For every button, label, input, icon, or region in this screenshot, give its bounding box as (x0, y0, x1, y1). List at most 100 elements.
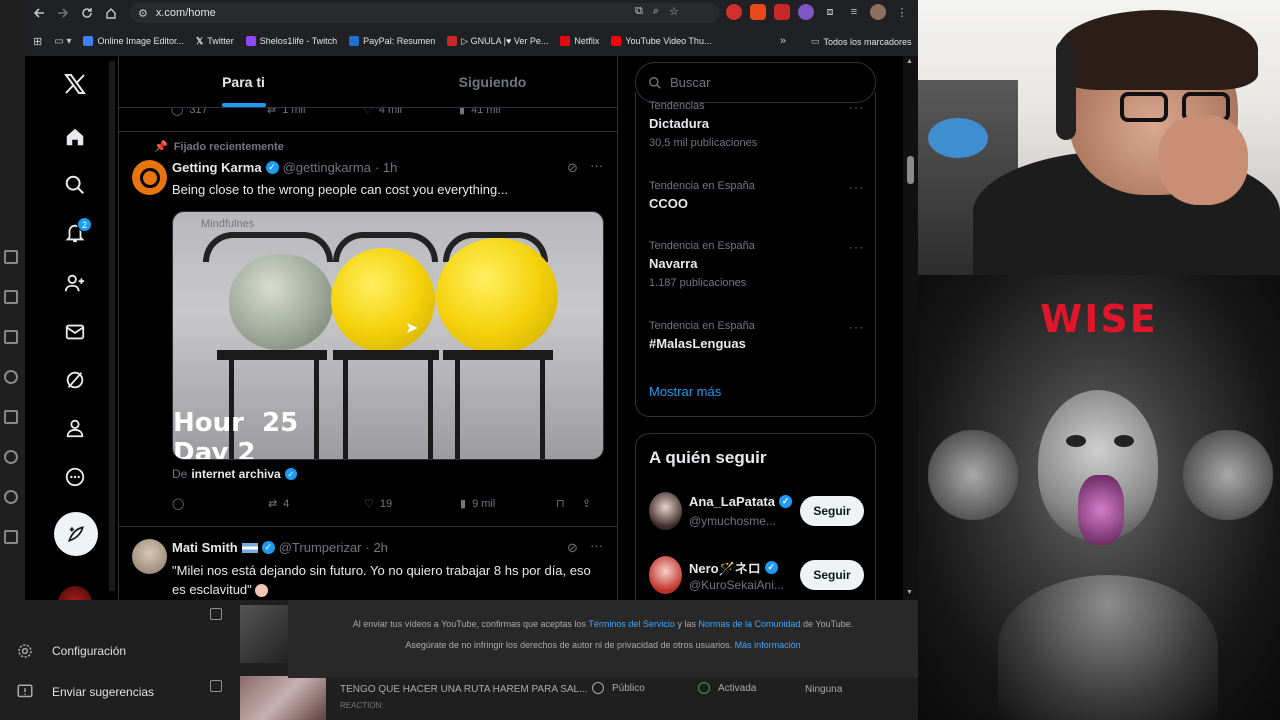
suggestion-name[interactable]: Nero🪄ネロ (689, 558, 761, 577)
video-thumbnail[interactable] (240, 605, 288, 663)
trend-item[interactable]: Tendencias Dictadura 30,5 mil publicacio… (649, 100, 864, 149)
more-options-icon[interactable]: ··· (849, 180, 864, 194)
sidebar-icon[interactable] (4, 250, 18, 264)
folder-icon[interactable]: ▭ ▾ (54, 36, 71, 47)
grok-icon[interactable] (61, 366, 89, 394)
more-options-icon[interactable]: ··· (849, 100, 864, 114)
follow-suggestion[interactable]: Nero🪄ネロ ✓ @KuroSekaiAni... Seguir (649, 554, 864, 598)
avatar[interactable] (132, 160, 167, 195)
more-options-icon[interactable]: ··· (590, 538, 603, 553)
page-scrollbar[interactable]: ▲ ▼ (903, 56, 918, 600)
profile-icon[interactable] (61, 414, 89, 442)
extension-icon[interactable] (798, 4, 814, 20)
forward-button[interactable] (51, 1, 75, 25)
monetization-cell[interactable]: Activada (698, 682, 756, 694)
avatar[interactable] (649, 556, 682, 594)
more-info-link[interactable]: Más información (735, 640, 801, 650)
author-name[interactable]: Getting Karma (172, 160, 262, 175)
tweet-time[interactable]: · 1h (375, 160, 397, 175)
like-button[interactable]: ♡ 19 (364, 497, 460, 511)
row-checkbox[interactable] (210, 608, 222, 620)
terms-of-service-link[interactable]: Términos del Servicio (588, 619, 675, 629)
community-guidelines-link[interactable]: Normas de la Comunidad (698, 619, 800, 629)
communities-icon[interactable] (61, 269, 89, 297)
sidebar-icon[interactable] (4, 530, 18, 544)
home-button[interactable] (99, 1, 123, 25)
media-icon[interactable]: ≡ (846, 4, 862, 20)
scroll-down-icon[interactable]: ▼ (906, 589, 913, 596)
sidebar-icon[interactable] (4, 290, 18, 304)
notifications-icon[interactable]: 2 (61, 217, 92, 247)
tab-for-you[interactable]: Para ti (119, 56, 368, 107)
author-handle[interactable]: @Trumperizar (279, 540, 362, 555)
video-title[interactable]: TENGO QUE HACER UNA RUTA HAREM PARA SAL.… (340, 684, 587, 695)
messages-icon[interactable] (61, 318, 89, 346)
zoom-icon[interactable]: ⌕ (653, 5, 659, 18)
avatar[interactable] (649, 492, 682, 530)
address-bar[interactable]: ⚙ x.com/home (130, 3, 720, 23)
grok-icon[interactable]: ⊘ (567, 160, 578, 176)
bookmark-item[interactable]: Netflix (560, 36, 599, 46)
follow-suggestion[interactable]: Ana_LaPatata ✓ @ymuchosme... Seguir (649, 490, 864, 534)
sidebar-icon[interactable] (4, 410, 18, 424)
sidebar-icon[interactable] (4, 370, 18, 384)
reply-button[interactable]: ◯ (172, 497, 268, 510)
more-options-icon[interactable]: ··· (849, 240, 864, 254)
row-checkbox[interactable] (210, 680, 222, 692)
share-button[interactable]: ⇪ (582, 497, 591, 510)
avatar[interactable] (870, 4, 886, 20)
home-icon[interactable] (61, 123, 89, 151)
bookmarks-overflow-button[interactable]: » (780, 35, 786, 47)
bookmark-item[interactable]: Online Image Editor... (83, 36, 184, 46)
sidebar-item-settings[interactable]: Configuración (16, 642, 126, 660)
bookmark-item[interactable]: YouTube Video Thu... (611, 36, 711, 46)
sidebar-icon[interactable] (4, 450, 18, 464)
author-name[interactable]: Mati Smith (172, 540, 238, 555)
more-options-icon[interactable]: ··· (590, 158, 603, 173)
back-button[interactable] (27, 1, 51, 25)
tweet-time[interactable]: · 2h (366, 540, 388, 555)
search-icon[interactable] (61, 171, 89, 199)
all-bookmarks-button[interactable]: ▭ Todos los marcadores (811, 36, 912, 47)
follow-button[interactable]: Seguir (800, 496, 864, 526)
bookmark-item[interactable]: Shelos1life - Twitch (245, 36, 337, 46)
sidebar-item-feedback[interactable]: Enviar sugerencias (16, 683, 154, 701)
tab-following[interactable]: Siguiendo (368, 56, 617, 107)
more-icon[interactable] (61, 463, 89, 491)
x-logo-icon[interactable] (61, 70, 89, 98)
bookmark-button[interactable]: ⊓ (556, 497, 582, 510)
apps-icon[interactable]: ⊞ (33, 35, 42, 48)
extension-icon[interactable] (726, 4, 742, 20)
tweet-media-video[interactable]: Mindfulnes Hour 25 Day 2 ➤ (172, 211, 604, 460)
views-button[interactable]: ▮ 9 mil (460, 497, 556, 511)
suggestion-name[interactable]: Ana_LaPatata (689, 494, 775, 509)
bookmark-item[interactable]: PayPal: Resumen (349, 36, 435, 46)
trend-item[interactable]: Tendencia en España Navarra 1.187 public… (649, 240, 864, 289)
install-icon[interactable]: ⧉ (635, 5, 643, 18)
scrollbar-thumb[interactable] (907, 156, 914, 184)
account-avatar[interactable] (58, 586, 92, 600)
visibility-cell[interactable]: Público (592, 682, 645, 694)
repost-button[interactable]: ⇄ 4 (268, 497, 364, 511)
bookmark-item[interactable]: 𝕏 Twitter (196, 36, 234, 47)
author-handle[interactable]: @gettingkarma (283, 160, 371, 175)
trend-item[interactable]: Tendencia en España CCOO ··· (649, 180, 864, 211)
kebab-menu-icon[interactable]: ⋮ (894, 4, 910, 20)
extension-icon[interactable] (774, 4, 790, 20)
extension-icon[interactable] (750, 4, 766, 20)
more-options-icon[interactable]: ··· (849, 320, 864, 334)
follow-button[interactable]: Seguir (800, 560, 864, 590)
bookmark-item[interactable]: ▷ GNULA |♥ Ver Pe... (447, 36, 548, 47)
avatar[interactable] (132, 539, 167, 574)
star-icon[interactable]: ☆ (669, 5, 679, 18)
source-account-link[interactable]: internet archiva (191, 467, 280, 481)
show-more-link[interactable]: Mostrar más (649, 384, 721, 399)
post-button[interactable] (54, 512, 98, 556)
grok-icon[interactable]: ⊘ (567, 540, 578, 556)
trend-item[interactable]: Tendencia en España #MalasLenguas ··· (649, 320, 864, 351)
site-settings-icon[interactable]: ⚙ (138, 7, 148, 20)
reload-button[interactable] (75, 1, 99, 25)
scroll-up-icon[interactable]: ▲ (906, 58, 913, 65)
scrollbar[interactable] (109, 61, 115, 591)
puzzle-icon[interactable]: ⧈ (822, 4, 838, 20)
